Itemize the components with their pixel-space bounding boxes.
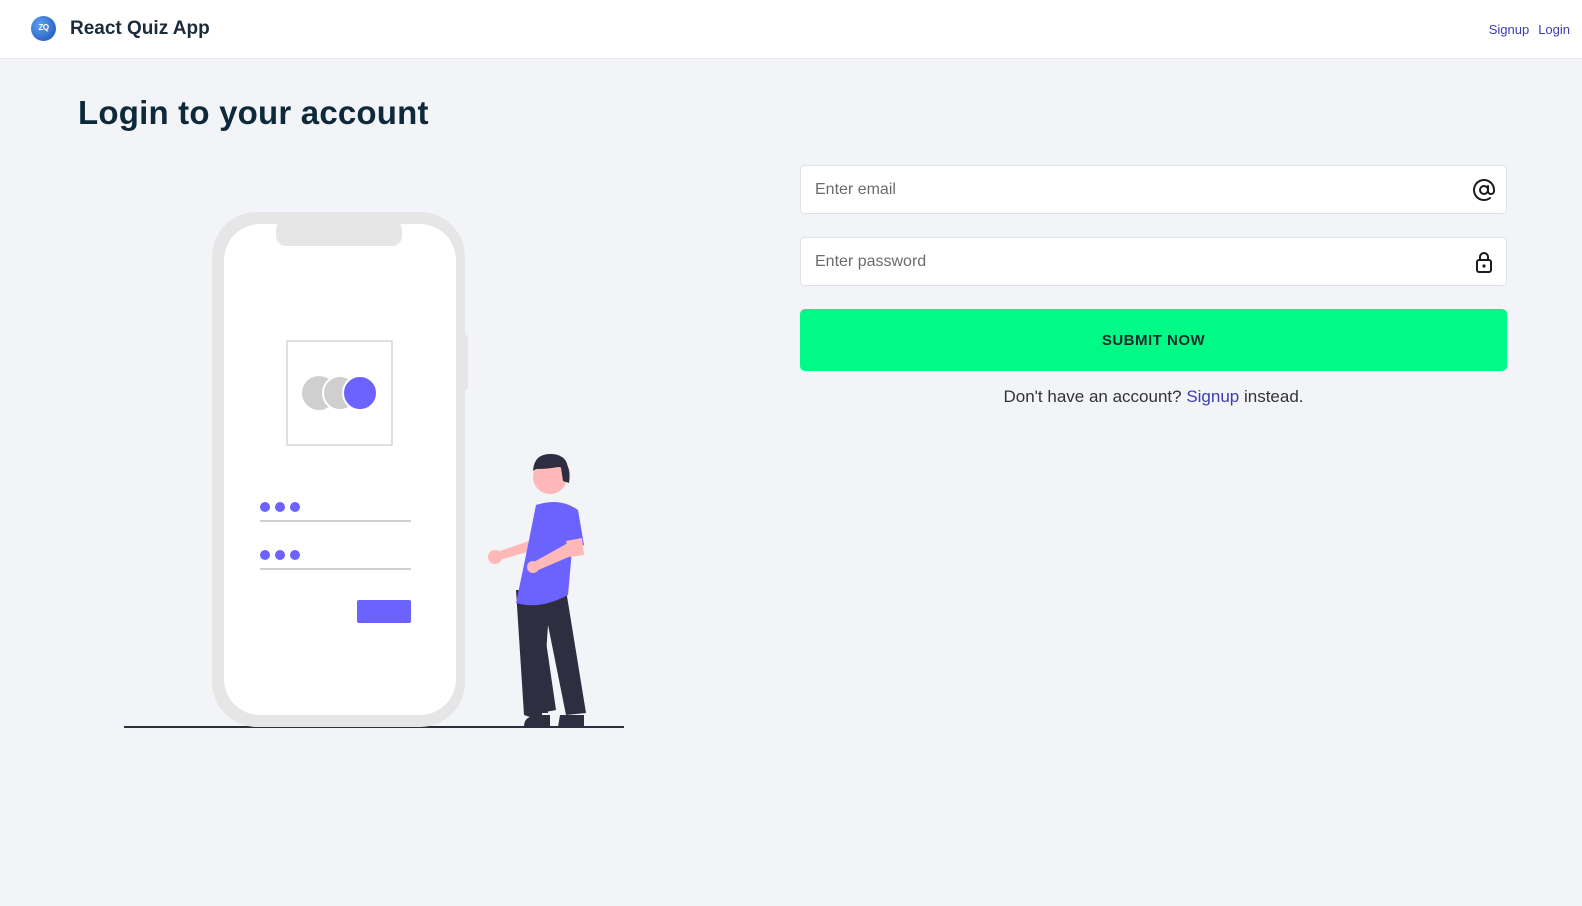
signup-prompt-before: Don't have an account? <box>1003 387 1187 406</box>
nav-links: Signup Login <box>1489 22 1570 37</box>
brand-name: React Quiz App <box>70 17 210 39</box>
lock-icon <box>1476 252 1492 273</box>
pw-dot <box>290 502 300 512</box>
pw-dot <box>260 550 270 560</box>
signup-prompt: Don't have an account? Signup instead. <box>800 387 1507 407</box>
phone-side-button <box>462 335 468 390</box>
login-illustration <box>120 205 630 735</box>
person-figure <box>488 453 586 727</box>
phone-screen <box>224 224 456 715</box>
login-form: SUBMIT NOW Don't have an account? Signup… <box>800 165 1507 407</box>
pw-dot <box>260 502 270 512</box>
signup-link[interactable]: Signup <box>1186 387 1239 406</box>
phone-button <box>357 600 411 623</box>
password-input[interactable] <box>801 238 1506 285</box>
phone-notch <box>276 220 402 246</box>
nav-signup-link[interactable]: Signup <box>1489 22 1529 37</box>
pw-dot <box>275 550 285 560</box>
email-field <box>800 165 1507 214</box>
submit-button[interactable]: SUBMIT NOW <box>800 309 1507 371</box>
brand-logo-text: ZQ <box>38 23 49 32</box>
brand[interactable]: ZQ React Quiz App <box>31 16 210 41</box>
pw-dot <box>290 550 300 560</box>
card-circle-3 <box>342 375 378 411</box>
nav-login-link[interactable]: Login <box>1538 22 1570 37</box>
page-title: Login to your account <box>78 94 429 131</box>
login-illustration-svg <box>124 212 624 728</box>
at-sign-icon <box>1473 179 1495 201</box>
email-input[interactable] <box>801 166 1506 213</box>
signup-prompt-after: instead. <box>1239 387 1304 406</box>
brand-logo: ZQ <box>31 16 56 41</box>
navbar: ZQ React Quiz App Signup Login <box>0 0 1582 59</box>
password-field <box>800 237 1507 286</box>
pw-dot <box>275 502 285 512</box>
